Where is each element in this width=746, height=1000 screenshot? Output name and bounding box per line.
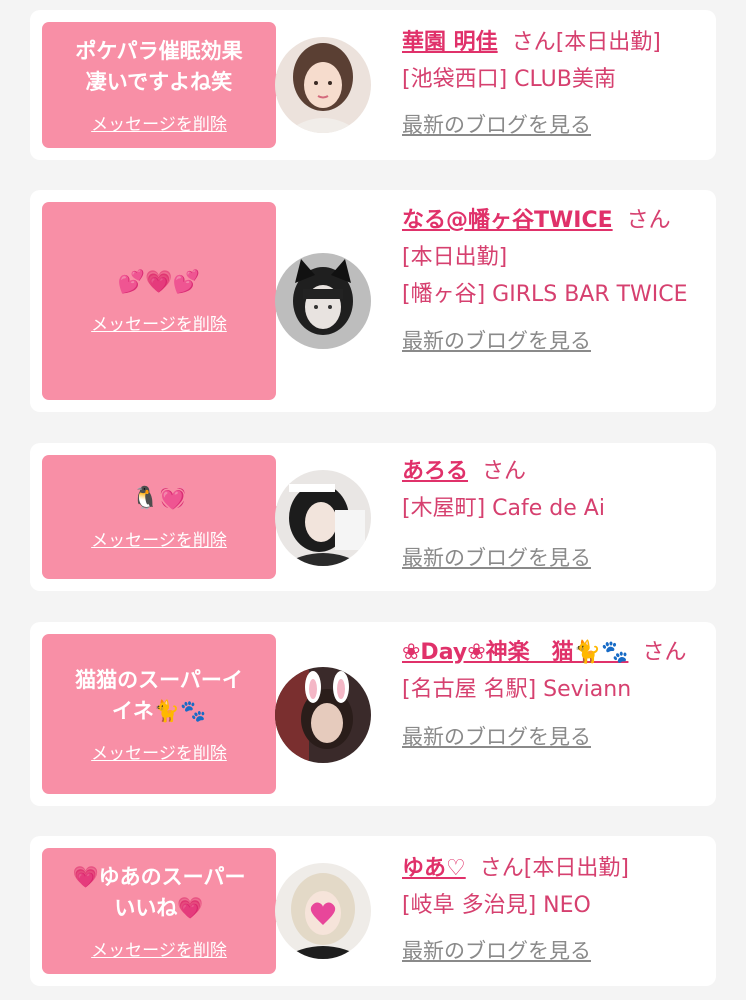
blog-link[interactable]: 最新のブログを見る: [402, 107, 702, 144]
girl-name-link[interactable]: 華園 明佳: [402, 30, 498, 55]
delete-message-link[interactable]: メッセージを削除: [91, 739, 227, 764]
delete-message-link[interactable]: メッセージを削除: [91, 526, 227, 551]
avatar[interactable]: [275, 37, 371, 133]
shop-label: [名古屋 名駅] Seviann: [402, 677, 632, 702]
message-line: いいね💗: [114, 895, 204, 920]
girl-name-link[interactable]: ゆあ♡: [402, 856, 466, 881]
message-line: 凄いですよね笑: [85, 69, 233, 94]
message-text: 猫猫のスーパーイ イネ🐈🐾: [67, 665, 251, 727]
message-line: 💗ゆあのスーパー: [72, 864, 246, 889]
message-bubble: 🐧💓 メッセージを削除: [42, 455, 287, 579]
girl-info: 華園 明佳 さん[本日出勤] [池袋西口] CLUB美南 最新のブログを見る: [402, 24, 702, 144]
avatar[interactable]: [275, 863, 371, 959]
honorific: さん: [511, 30, 556, 55]
message-card: 猫猫のスーパーイ イネ🐈🐾 メッセージを削除 ❀Day❀神楽 猫🐈🐾 さん [名古…: [30, 622, 716, 806]
message-card: ポケパラ催眠効果 凄いですよね笑 メッセージを削除 華園 明佳 さん[本日出勤] …: [30, 10, 716, 160]
message-card: 🐧💓 メッセージを削除 あろる さん [木屋町] Cafe de Ai 最新のブロ…: [30, 443, 716, 591]
blog-link[interactable]: 最新のブログを見る: [402, 933, 702, 970]
blog-link[interactable]: 最新のブログを見る: [402, 719, 702, 756]
status-label: [本日出勤]: [402, 245, 508, 270]
shop-label: [池袋西口] CLUB美南: [402, 67, 616, 92]
girl-info: ❀Day❀神楽 猫🐈🐾 さん [名古屋 名駅] Seviann 最新のブログを見る: [402, 634, 702, 756]
message-text: 💕💗💕: [117, 270, 201, 295]
shop-label: [幡ヶ谷] GIRLS BAR TWICE: [402, 282, 688, 307]
message-line: イネ🐈🐾: [111, 698, 207, 723]
delete-message-link[interactable]: メッセージを削除: [91, 310, 227, 335]
honorific: さん: [479, 856, 524, 881]
avatar[interactable]: [275, 667, 371, 763]
shop-label: [木屋町] Cafe de Ai: [402, 496, 605, 521]
blog-link[interactable]: 最新のブログを見る: [402, 323, 702, 360]
message-bubble: 💗ゆあのスーパー いいね💗 メッセージを削除: [42, 848, 287, 974]
delete-message-link[interactable]: メッセージを削除: [91, 110, 227, 135]
girl-name-link[interactable]: ❀Day❀神楽 猫🐈🐾: [402, 640, 628, 665]
honorific: さん: [482, 459, 527, 484]
message-line: 猫猫のスーパーイ: [75, 667, 243, 692]
status-label: [本日出勤]: [555, 30, 661, 55]
status-label: [本日出勤]: [523, 856, 629, 881]
message-card: 💕💗💕 メッセージを削除 なる@幡ヶ谷TWICE さん [本日出勤] [幡ヶ谷] …: [30, 190, 716, 412]
avatar[interactable]: [275, 470, 371, 566]
message-bubble: ポケパラ催眠効果 凄いですよね笑 メッセージを削除: [42, 22, 287, 148]
honorific: さん: [642, 640, 687, 665]
message-text: ポケパラ催眠効果 凄いですよね笑: [67, 36, 250, 98]
girl-name-link[interactable]: あろる: [402, 459, 468, 484]
girl-info: ゆあ♡ さん[本日出勤] [岐阜 多治見] NEO 最新のブログを見る: [402, 850, 702, 970]
message-line: ポケパラ催眠効果: [75, 38, 243, 63]
message-text: 🐧💓: [131, 486, 187, 511]
delete-message-link[interactable]: メッセージを削除: [91, 936, 227, 961]
message-card: 💗ゆあのスーパー いいね💗 メッセージを削除 ゆあ♡ さん[本日出勤] [岐阜 多…: [30, 836, 716, 986]
message-bubble: 猫猫のスーパーイ イネ🐈🐾 メッセージを削除: [42, 634, 287, 794]
girl-info: あろる さん [木屋町] Cafe de Ai 最新のブログを見る: [402, 453, 702, 577]
girl-name-link[interactable]: なる@幡ヶ谷TWICE: [402, 208, 613, 233]
blog-link[interactable]: 最新のブログを見る: [402, 540, 702, 577]
shop-label: [岐阜 多治見] NEO: [402, 893, 591, 918]
honorific: さん: [626, 208, 671, 233]
message-text: 💗ゆあのスーパー いいね💗: [65, 862, 254, 924]
girl-info: なる@幡ヶ谷TWICE さん [本日出勤] [幡ヶ谷] GIRLS BAR TWI…: [402, 202, 702, 360]
message-bubble: 💕💗💕 メッセージを削除: [42, 202, 287, 400]
avatar[interactable]: [275, 253, 371, 349]
